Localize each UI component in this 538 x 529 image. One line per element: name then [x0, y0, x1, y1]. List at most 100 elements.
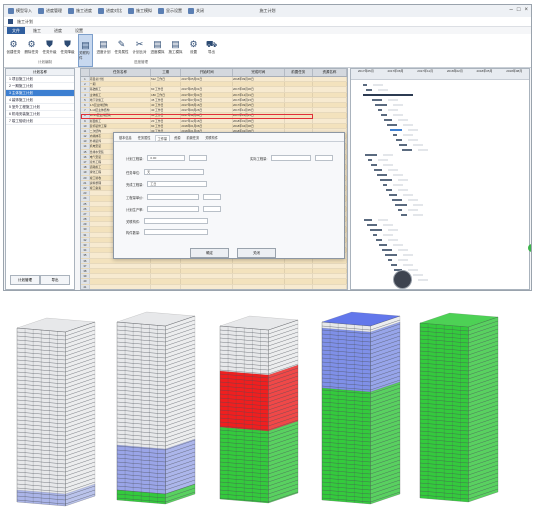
- gantt-bar[interactable]: [395, 204, 407, 206]
- dialog-tab[interactable]: 基本信息: [117, 135, 134, 141]
- gantt-bar[interactable]: [379, 244, 387, 246]
- gantt-bar[interactable]: [367, 224, 377, 226]
- gantt-bar[interactable]: [376, 239, 382, 241]
- ribbon-tab-file[interactable]: 文件: [7, 27, 25, 34]
- gantt-bar[interactable]: [402, 149, 412, 151]
- column-header[interactable]: 开始时间: [181, 69, 233, 76]
- gantt-summary-bar[interactable]: [363, 94, 413, 96]
- plan-list-item[interactable]: 1 项目施工计划: [6, 76, 74, 83]
- quick-toolbar-label: 显示设置: [166, 8, 182, 13]
- gantt-bar[interactable]: [396, 139, 402, 141]
- dialog-tab[interactable]: 任务属性: [136, 135, 153, 141]
- linked-components-field[interactable]: [144, 218, 209, 224]
- component-count-field[interactable]: [144, 229, 209, 235]
- gantt-bar[interactable]: [392, 199, 402, 201]
- plan-list-item[interactable]: 4 装饰施工计划: [6, 97, 74, 104]
- column-header[interactable]: 工期: [151, 69, 182, 76]
- gantt-bar[interactable]: [381, 114, 387, 116]
- dialog-tab[interactable]: 资源: [172, 135, 182, 141]
- quick-toolbar-item-5[interactable]: 显示设置: [158, 8, 182, 14]
- gantt-bar[interactable]: [365, 154, 377, 156]
- play-control-button[interactable]: [393, 270, 412, 289]
- gantt-bar[interactable]: [399, 144, 407, 146]
- column-header[interactable]: 资源名称: [313, 69, 347, 76]
- gantt-bar[interactable]: [375, 104, 387, 106]
- delete-task-button[interactable]: ⚙ 删除任务: [24, 34, 39, 67]
- planned-rate-dropdown[interactable]: [203, 206, 222, 212]
- quick-toolbar-item-1[interactable]: 进度管理: [38, 8, 62, 14]
- demote-task-button[interactable]: ⛊ 任务降级: [60, 34, 75, 67]
- quick-toolbar-item-2[interactable]: 施工进度: [68, 8, 92, 14]
- plan-list-item[interactable]: 6 机电安装施工计划: [6, 111, 74, 118]
- settings-button[interactable]: ⚙ 设置: [186, 34, 201, 67]
- gantt-bar[interactable]: [385, 254, 397, 256]
- gantt-bar[interactable]: [389, 194, 397, 196]
- gantt-bar[interactable]: [390, 129, 402, 131]
- task-properties-button[interactable]: ✎ 任务属性: [114, 34, 129, 67]
- link-components-button[interactable]: ▤ 关联构件: [78, 34, 93, 67]
- gantt-bar[interactable]: [378, 109, 382, 111]
- gantt-bar[interactable]: [387, 124, 397, 126]
- gantt-bar[interactable]: [374, 169, 382, 171]
- plan-list-item[interactable]: 5 室外工程施工计划: [6, 104, 74, 111]
- gantt-bar[interactable]: [393, 134, 397, 136]
- gantt-bar[interactable]: [382, 249, 392, 251]
- gantt-bar[interactable]: [363, 84, 367, 86]
- export-button[interactable]: ⛟ 导出: [204, 34, 219, 67]
- ribbon-tab-settings[interactable]: 设置: [70, 27, 88, 34]
- close-button[interactable]: 关闭: [237, 248, 276, 258]
- gantt-bar[interactable]: [373, 234, 377, 236]
- minimize-icon[interactable]: –: [510, 7, 513, 13]
- gantt-bar[interactable]: [380, 179, 392, 181]
- dialog-tab[interactable]: 前置任务: [184, 135, 201, 141]
- actual-unit-dropdown[interactable]: [315, 155, 334, 161]
- column-header[interactable]: 前置任务: [285, 69, 313, 76]
- progress-simulation-button[interactable]: ▤ 进度模拟: [150, 34, 165, 67]
- quick-toolbar-item-3[interactable]: 进度对比: [98, 8, 122, 14]
- close-icon[interactable]: ×: [524, 7, 528, 13]
- plan-list-item-selected[interactable]: 3 主体施工计划: [6, 90, 74, 97]
- plan-export-button[interactable]: 导出: [40, 275, 70, 285]
- gantt-bar[interactable]: [368, 159, 372, 161]
- actual-quantity-field[interactable]: [271, 155, 312, 161]
- gantt-bar[interactable]: [401, 214, 407, 216]
- ribbon-tab-progress[interactable]: 进度: [49, 27, 67, 34]
- schedule-plan-button[interactable]: ▤ 进度计划: [96, 34, 111, 67]
- plan-list-item[interactable]: 2 一期施工计划: [6, 83, 74, 90]
- dialog-tab-active[interactable]: 工作量: [154, 135, 171, 141]
- gantt-bar[interactable]: [383, 184, 387, 186]
- maximize-icon[interactable]: □: [517, 7, 521, 13]
- gantt-bar[interactable]: [371, 164, 377, 166]
- gantt-bar[interactable]: [388, 259, 392, 261]
- gantt-bar[interactable]: [386, 189, 392, 191]
- planned-quantity-field[interactable]: 0.00: [147, 155, 186, 161]
- planned-rate-field[interactable]: [147, 206, 200, 212]
- gantt-bar[interactable]: [366, 89, 372, 91]
- plan-list-item[interactable]: 7 竣工验收计划: [6, 118, 74, 125]
- create-task-button[interactable]: ⚙ 创建任务: [6, 34, 21, 67]
- gantt-bar[interactable]: [377, 174, 387, 176]
- gantt-bar[interactable]: [384, 119, 392, 121]
- table-cell: 2017年12月31日: [233, 92, 285, 97]
- quick-toolbar-item-4[interactable]: 施工模拟: [128, 8, 152, 14]
- construction-simulation-button[interactable]: ▤ 施工模拟: [168, 34, 183, 67]
- gantt-bar[interactable]: [370, 229, 382, 231]
- plan-manage-button[interactable]: 计划管理: [10, 275, 40, 285]
- dialog-tab[interactable]: 关联构件: [203, 135, 220, 141]
- column-header[interactable]: 任务名称: [90, 69, 152, 76]
- quick-toolbar-item-0[interactable]: 模型导入: [8, 8, 32, 14]
- gantt-bar[interactable]: [398, 209, 402, 211]
- gantt-bar[interactable]: [372, 99, 382, 101]
- confirm-button[interactable]: 确定: [190, 248, 229, 258]
- column-header[interactable]: 完成时间: [233, 69, 285, 76]
- unit-price-field[interactable]: [147, 194, 200, 200]
- unit-dropdown[interactable]: [189, 155, 208, 161]
- gantt-bar[interactable]: [391, 264, 397, 266]
- gantt-bar[interactable]: [364, 219, 372, 221]
- completed-quantity-field[interactable]: 工日: [147, 181, 208, 187]
- ribbon-tab-construction[interactable]: 施工: [28, 27, 46, 34]
- quick-toolbar-item-6[interactable]: 关闭: [188, 8, 204, 14]
- vertical-scrollbar[interactable]: [531, 68, 532, 290]
- unit-price-dropdown[interactable]: [203, 194, 222, 200]
- task-unit-field[interactable]: 天: [144, 169, 205, 175]
